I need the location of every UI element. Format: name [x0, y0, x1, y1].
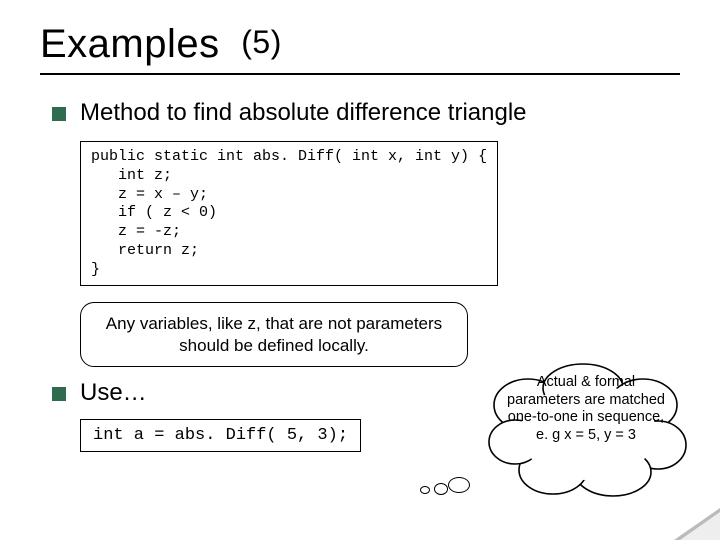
cloud-text: Actual & formal parameters are matched o…	[501, 374, 671, 445]
thought-cloud: Actual & formal parameters are matched o…	[483, 360, 688, 500]
bullet-icon	[52, 107, 66, 121]
title-number: (5)	[241, 24, 282, 60]
thought-bubble-tail	[417, 477, 470, 498]
slide: Examples (5) Method to find absolute dif…	[0, 0, 720, 540]
bullet-row-1: Method to find absolute difference trian…	[52, 99, 668, 127]
bullet-icon	[52, 387, 66, 401]
title-underline	[40, 73, 680, 75]
title-block: Examples (5)	[40, 22, 720, 67]
bullet-text-1: Method to find absolute difference trian…	[80, 99, 527, 127]
slide-title: Examples (5)	[40, 22, 282, 67]
title-text: Examples	[40, 22, 220, 66]
code-block-1: public static int abs. Diff( int x, int …	[80, 141, 498, 286]
page-corner-fold-icon	[674, 508, 720, 540]
bullet-text-2: Use…	[80, 379, 147, 407]
code-block-2: int a = abs. Diff( 5, 3);	[80, 419, 361, 452]
callout-box: Any variables, like z, that are not para…	[80, 302, 468, 367]
